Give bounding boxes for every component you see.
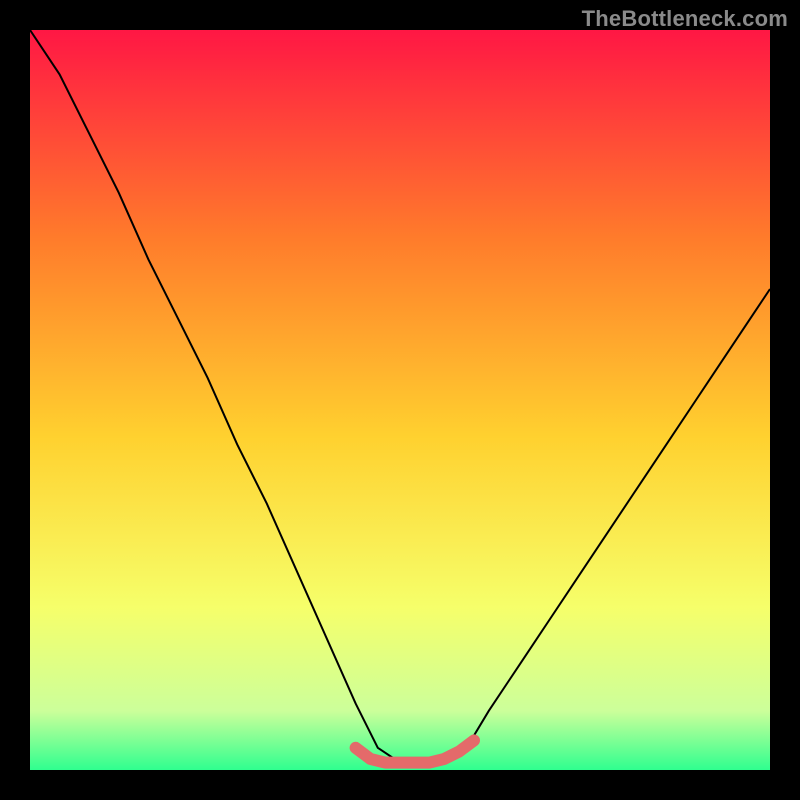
bottleneck-chart: [30, 30, 770, 770]
chart-frame: TheBottleneck.com: [0, 0, 800, 800]
watermark-text: TheBottleneck.com: [582, 6, 788, 32]
plot-background: [30, 30, 770, 770]
